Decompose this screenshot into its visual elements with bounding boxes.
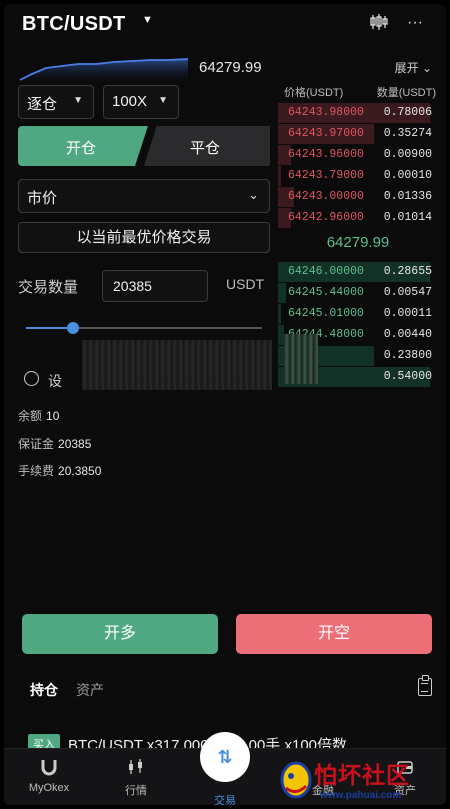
qty-label: 交易数量 [18, 279, 79, 296]
open-short-button[interactable]: 开空 [236, 614, 432, 654]
tabbar-label: MyOkex [28, 782, 70, 794]
watermark-url: www.pahuai.com [320, 790, 402, 801]
row-qty: 0.00440 [383, 328, 432, 341]
depth-bar [278, 304, 281, 324]
blurred-region [284, 334, 318, 384]
ask-row[interactable]: 64243.00000 0.01336 [278, 187, 438, 207]
pair-dropdown-icon[interactable]: ▼ [142, 14, 153, 26]
margin-mode-select[interactable]: 逐仓 ▼ [18, 85, 94, 119]
magnet-icon [14, 757, 84, 779]
positions-tabs: 持仓 资产 [4, 668, 446, 708]
row-qty: 0.28655 [383, 265, 432, 278]
tabbar-item-myokex[interactable]: MyOkex [14, 757, 84, 794]
leverage-select[interactable]: 100X ▼ [103, 85, 179, 119]
balance-info: 余额 10 [18, 407, 59, 424]
depth-bar [278, 283, 286, 303]
tab-open-position[interactable]: 开仓 [18, 126, 148, 166]
bid-row[interactable]: 64245.44000 0.00547 [278, 283, 438, 303]
candlestick-icon[interactable] [368, 12, 390, 34]
row-qty: 0.00547 [383, 286, 432, 299]
tab-open-label: 开仓 [66, 140, 97, 157]
swap-icon: ⇅ [217, 747, 233, 767]
tp-sl-label: 设 [48, 373, 62, 389]
leverage-value: 100X [112, 93, 148, 110]
margin-mode-value: 逐仓 [27, 96, 58, 113]
blurred-region [82, 340, 272, 390]
orderbook-expand-button[interactable]: 展开 ⌄ [395, 59, 432, 76]
depth-bar [278, 166, 281, 186]
row-qty: 0.01014 [383, 211, 432, 224]
chevron-down-icon: ⌄ [421, 61, 432, 75]
ask-row[interactable]: 64242.96000 0.01014 [278, 208, 438, 228]
header: BTC/USDT ▼ ··· [4, 4, 446, 44]
fee-label: 手续费 [18, 464, 55, 478]
row-qty: 0.00010 [383, 169, 432, 182]
row-price: 64245.44000 [288, 286, 364, 299]
row-price: 64242.96000 [288, 211, 364, 224]
slider-handle[interactable] [67, 322, 80, 334]
row-qty: 0.00011 [383, 307, 432, 320]
order-type-value: 市价 [27, 190, 58, 207]
row-price: 64246.00000 [288, 265, 364, 278]
row-price: 64245.01000 [288, 307, 364, 320]
best-price-button[interactable]: 以当前最优价格交易 [18, 222, 270, 253]
ask-row[interactable]: 64243.98000 0.78006 [278, 103, 438, 123]
fee-value: 20.3850 [58, 464, 102, 478]
margin-info: 保证金 20385 [18, 435, 91, 452]
clipboard-icon[interactable] [418, 675, 432, 696]
row-qty: 0.23800 [383, 349, 432, 362]
row-price: 64243.98000 [288, 106, 364, 119]
row-price: 64243.00000 [288, 190, 364, 203]
row-price: 64243.96000 [288, 148, 364, 161]
last-price: 64279.99 [199, 59, 262, 76]
fee-info: 手续费 20.3850 [18, 462, 101, 479]
balance-label: 余额 [18, 409, 43, 423]
candles-icon [101, 757, 171, 779]
col-qty: 数量(USDT) [376, 87, 436, 99]
tab-close-label: 平仓 [190, 140, 221, 157]
tabbar-label-trade: 交易 [214, 795, 236, 805]
price-sparkline[interactable] [18, 52, 190, 84]
row-price: 64243.79000 [288, 169, 364, 182]
qty-input[interactable] [102, 270, 208, 302]
tab-close-position[interactable]: 平仓 [144, 126, 270, 166]
row-qty: 0.35274 [383, 127, 432, 140]
margin-value: 20385 [58, 437, 92, 451]
tp-sl-radio[interactable] [24, 371, 39, 386]
open-long-button[interactable]: 开多 [22, 614, 218, 654]
bid-row[interactable]: 64245.01000 0.00011 [278, 304, 438, 324]
watermark-logo-icon [280, 761, 312, 799]
ask-row[interactable]: 64243.96000 0.00900 [278, 145, 438, 165]
chevron-down-icon: ⌄ [248, 187, 259, 202]
more-icon[interactable]: ··· [404, 12, 426, 34]
tab-assets[interactable]: 资产 [76, 680, 104, 700]
row-qty: 0.78006 [383, 106, 432, 119]
qty-slider[interactable] [26, 322, 262, 334]
row-qty: 0.00900 [383, 148, 432, 161]
margin-label: 保证金 [18, 437, 55, 451]
row-qty: 0.01336 [383, 190, 432, 203]
ask-row[interactable]: 64243.97000 0.35274 [278, 124, 438, 144]
watermark-title: 怕坏社区 [314, 762, 410, 789]
col-price: 价格(USDT) [284, 87, 344, 99]
pair-selector[interactable]: BTC/USDT [22, 13, 126, 36]
qty-unit: USDT [226, 276, 265, 292]
tabbar-label: 行情 [125, 785, 147, 797]
bid-row[interactable]: 64246.00000 0.28655 [278, 262, 438, 282]
slider-fill [26, 327, 74, 329]
row-price: 64243.97000 [288, 127, 364, 140]
tabbar-item-market[interactable]: 行情 [101, 757, 171, 798]
balance-value: 10 [46, 409, 60, 423]
watermark: 怕坏社区 www.pahuai.com [274, 752, 446, 805]
trade-screen: BTC/USDT ▼ ··· 64279.99 展开 ⌄ 价格(USDT) 数量… [4, 4, 446, 805]
ask-row[interactable]: 64243.79000 0.00010 [278, 166, 438, 186]
expand-label: 展开 [394, 61, 419, 75]
tab-holdings[interactable]: 持仓 [30, 680, 58, 700]
row-qty: 0.54000 [383, 370, 432, 383]
caret-down-icon: ▼ [73, 95, 83, 106]
mid-price: 64279.99 [326, 234, 390, 251]
tabbar-item-trade[interactable]: ⇅ [200, 732, 250, 782]
caret-down-icon: ▼ [158, 95, 168, 106]
order-type-select[interactable]: 市价 ⌄ [18, 179, 270, 213]
